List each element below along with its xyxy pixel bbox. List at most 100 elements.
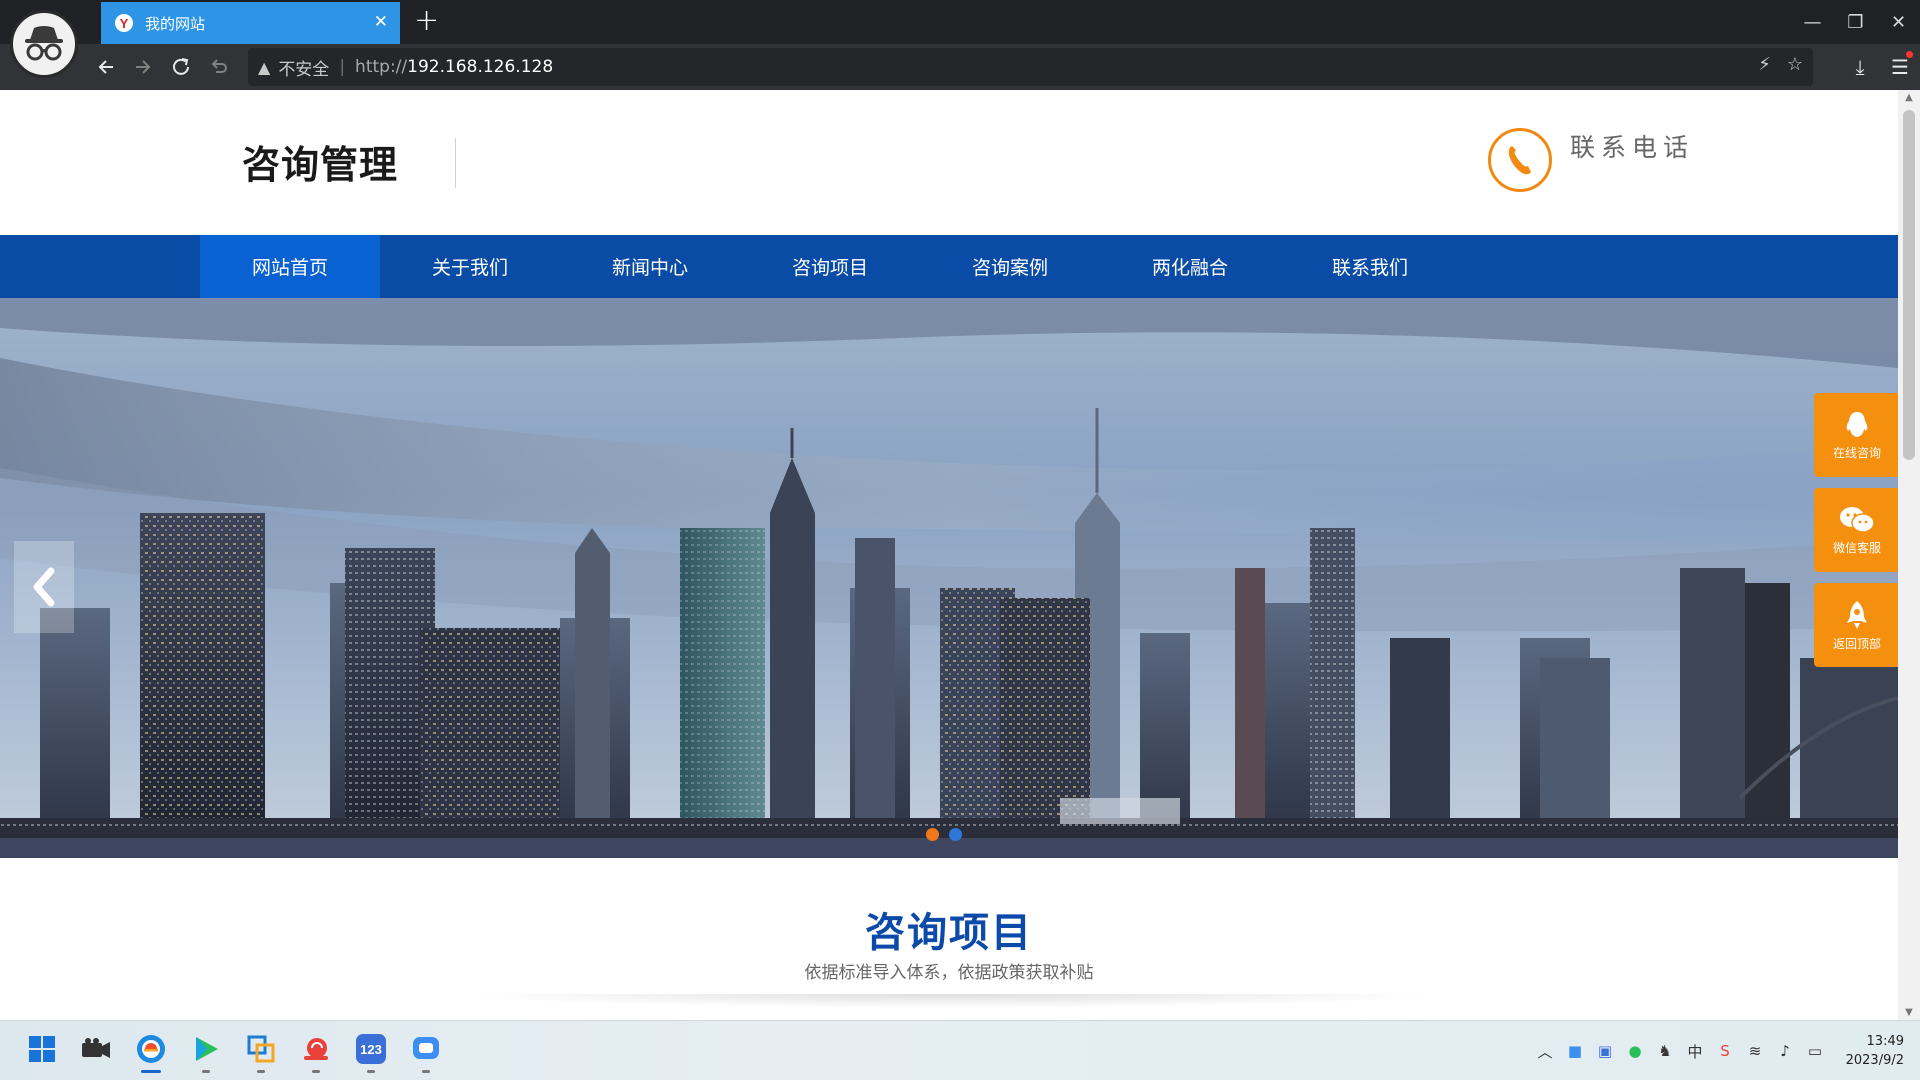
- tray-qq-icon[interactable]: ♞: [1650, 1042, 1680, 1060]
- volume-icon[interactable]: ♪: [1770, 1042, 1800, 1060]
- taskbar-app-video[interactable]: [78, 1031, 114, 1067]
- url-host: 192.168.126.128: [407, 57, 554, 77]
- site-logo[interactable]: 咨询管理: [242, 134, 398, 189]
- clock-date: 2023/9/2: [1845, 1053, 1904, 1068]
- tray-wechat-icon[interactable]: ●: [1620, 1042, 1650, 1060]
- phone-handset-icon: [1508, 146, 1531, 175]
- forward-button[interactable]: [128, 52, 158, 82]
- wechat-service-button[interactable]: 微信客服: [1814, 488, 1898, 572]
- taskbar-indicator: [367, 1070, 375, 1073]
- main-navigation: 网站首页 关于我们 新闻中心 咨询项目 咨询案例 两化融合 联系我们: [0, 235, 1898, 298]
- taskbar-app-vmware[interactable]: [243, 1031, 279, 1073]
- svg-text:123: 123: [360, 1042, 382, 1057]
- section-title: 咨询项目: [865, 910, 1033, 956]
- play-icon: [196, 1037, 218, 1061]
- site-favicon-icon: Y: [115, 14, 133, 32]
- browser-tab-bar: Y 我的网站 ✕ + — ❐ ✕: [0, 0, 1920, 44]
- incognito-icon: [25, 26, 63, 61]
- taskbar-indicator: [257, 1070, 265, 1073]
- reload-button[interactable]: [166, 52, 196, 82]
- scroll-down-icon[interactable]: ▼: [1903, 1007, 1915, 1018]
- restore-icon[interactable]: ❐: [1834, 0, 1877, 44]
- city-skyline-image: [0, 298, 1898, 858]
- lightning-icon[interactable]: ⚡: [1758, 54, 1771, 75]
- banner-dot[interactable]: [949, 828, 962, 841]
- page-scrollbar[interactable]: ▲ ▼: [1898, 90, 1920, 1020]
- taskbar-app-snail[interactable]: [298, 1031, 334, 1073]
- clock-time: 13:49: [1866, 1034, 1904, 1049]
- web-page: 咨询管理 联系电话 网站首页 关于我们 新闻中心 咨询项目 咨询案例 两化融合 …: [0, 90, 1898, 1020]
- undo-icon: [211, 59, 227, 73]
- browser-toolbar: ▲ 不安全 | http:// 192.168.126.128 ⚡ ☆ ⤓ ☰: [0, 44, 1920, 90]
- app-123-icon: 123: [356, 1034, 386, 1064]
- tray-sogou-icon[interactable]: S: [1710, 1042, 1740, 1060]
- reload-icon: [173, 58, 189, 75]
- ime-indicator[interactable]: 中: [1680, 1041, 1710, 1062]
- menu-icon[interactable]: ☰: [1880, 51, 1920, 79]
- wifi-icon[interactable]: ≋: [1740, 1042, 1770, 1060]
- undo-close-button[interactable]: [204, 52, 234, 82]
- scroll-up-icon[interactable]: ▲: [1903, 92, 1915, 103]
- taskbar-app-player[interactable]: [188, 1031, 224, 1073]
- scroll-thumb[interactable]: [1903, 110, 1915, 460]
- warning-icon: ▲: [258, 57, 271, 77]
- tray-123-icon[interactable]: ▣: [1590, 1042, 1620, 1060]
- arrow-left-icon: [98, 60, 113, 74]
- chat-bubble-icon: [413, 1037, 439, 1059]
- hero-banner: [0, 298, 1898, 858]
- nav-item-home[interactable]: 网站首页: [200, 235, 380, 298]
- snail-app-icon: [304, 1038, 328, 1060]
- windows-logo-icon: [29, 1036, 55, 1062]
- taskbar-indicator: [422, 1070, 430, 1073]
- system-tray: ︿ ■ ▣ ● ♞ 中 S ≋ ♪ ▭ 13:49 2023/9/2: [1530, 1021, 1920, 1080]
- tray-chat-icon[interactable]: ■: [1560, 1042, 1590, 1060]
- wechat-service-label: 微信客服: [1832, 540, 1881, 555]
- taskbar-app-chat[interactable]: [408, 1031, 444, 1073]
- back-button[interactable]: [91, 52, 121, 82]
- taskbar-app-123[interactable]: 123: [353, 1031, 389, 1073]
- section-divider: [450, 994, 1450, 1008]
- banner-pagination: [926, 828, 962, 841]
- chevron-up-icon[interactable]: ︿: [1530, 1041, 1560, 1062]
- taskbar-app-browser[interactable]: [133, 1031, 169, 1073]
- tab-close-icon[interactable]: ✕: [374, 13, 388, 31]
- browser-tab-active[interactable]: Y 我的网站 ✕: [101, 2, 400, 44]
- nav-item-about[interactable]: 关于我们: [380, 235, 560, 298]
- banner-prev-button[interactable]: [14, 541, 74, 633]
- window-controls: — ❐ ✕: [1791, 0, 1920, 44]
- browser-app-icon: [137, 1035, 165, 1063]
- incognito-avatar[interactable]: [10, 10, 78, 78]
- minimize-icon[interactable]: —: [1791, 0, 1834, 44]
- system-clock[interactable]: 13:49 2023/9/2: [1830, 1032, 1920, 1070]
- online-consult-label: 在线咨询: [1832, 445, 1881, 460]
- qq-penguin-icon: [1846, 411, 1868, 437]
- banner-dot-active[interactable]: [926, 828, 939, 841]
- back-to-top-button[interactable]: 返回顶部: [1814, 583, 1898, 667]
- battery-icon[interactable]: ▭: [1800, 1042, 1830, 1060]
- arrow-right-icon: [136, 60, 151, 74]
- section-subtitle: 依据标准导入体系，依据政策获取补贴: [804, 963, 1094, 983]
- new-tab-button[interactable]: +: [414, 6, 439, 36]
- download-icon[interactable]: ⤓: [1840, 55, 1880, 79]
- logo-divider: [455, 138, 456, 188]
- tab-title: 我的网站: [145, 14, 206, 33]
- nav-item-contact[interactable]: 联系我们: [1280, 235, 1460, 298]
- address-bar[interactable]: ▲ 不安全 | http:// 192.168.126.128 ⚡ ☆: [248, 48, 1813, 86]
- nav-item-cases[interactable]: 咨询案例: [920, 235, 1100, 298]
- taskbar-indicator: [312, 1070, 320, 1073]
- start-button[interactable]: [24, 1031, 60, 1067]
- rocket-icon: [1847, 600, 1867, 629]
- url-protocol: http://: [355, 57, 408, 77]
- online-consult-button[interactable]: 在线咨询: [1814, 393, 1898, 477]
- taskbar-active-indicator: [141, 1070, 161, 1073]
- nav-item-integration[interactable]: 两化融合: [1100, 235, 1280, 298]
- film-camera-icon: [82, 1038, 110, 1058]
- close-window-icon[interactable]: ✕: [1877, 0, 1920, 44]
- os-taskbar: 123 ︿ ■ ▣ ● ♞ 中 S ≋ ♪ ▭ 13:49 2023/9/2: [0, 1020, 1920, 1080]
- wechat-icon: [1840, 506, 1875, 533]
- security-label: 不安全: [278, 59, 330, 80]
- url-separator: |: [339, 57, 346, 77]
- bookmark-star-icon[interactable]: ☆: [1787, 54, 1803, 75]
- nav-item-projects[interactable]: 咨询项目: [740, 235, 920, 298]
- nav-item-news[interactable]: 新闻中心: [560, 235, 740, 298]
